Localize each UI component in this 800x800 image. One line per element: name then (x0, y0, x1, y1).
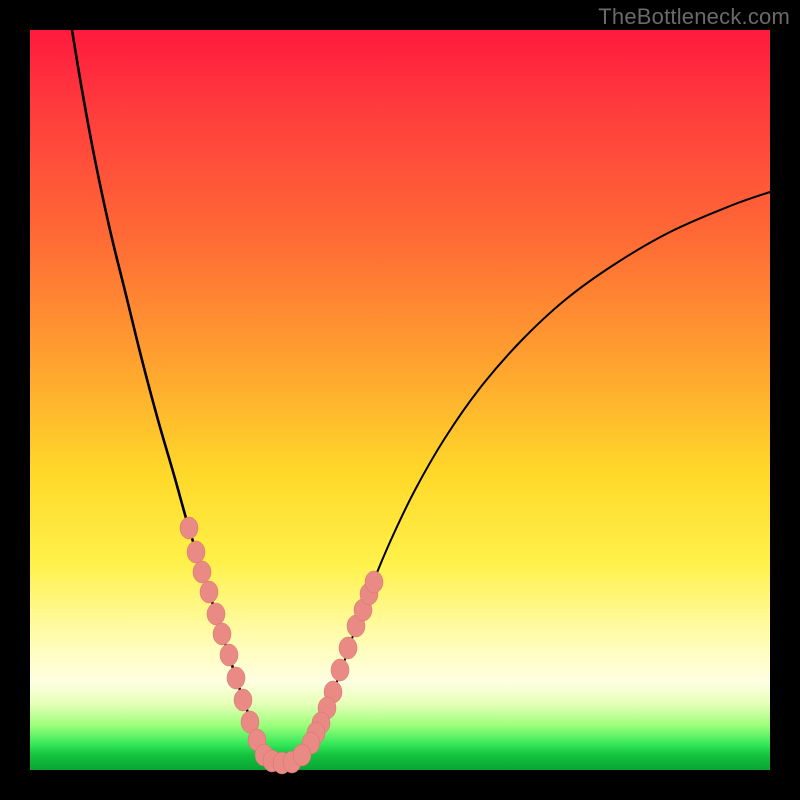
dot-right-5 (331, 659, 349, 681)
dot-left-7 (227, 667, 245, 689)
dot-left-5 (213, 623, 231, 645)
dot-right-6 (339, 637, 357, 659)
dot-right-10 (365, 571, 383, 593)
dot-left-2 (193, 561, 211, 583)
chart-svg (30, 30, 770, 770)
outer-frame: TheBottleneck.com (0, 0, 800, 800)
dot-left-3 (200, 581, 218, 603)
watermark-text: TheBottleneck.com (598, 4, 790, 30)
plot-area (30, 30, 770, 770)
curve-right-branch (285, 192, 770, 763)
dot-left-8 (234, 689, 252, 711)
dot-bottom-4 (293, 744, 311, 766)
dot-left-1 (187, 541, 205, 563)
dot-left-0 (180, 517, 198, 539)
dots-group (180, 517, 383, 774)
dot-left-4 (207, 603, 225, 625)
curve-group (72, 30, 770, 763)
dot-left-6 (220, 644, 238, 666)
curve-left-branch (72, 30, 285, 763)
